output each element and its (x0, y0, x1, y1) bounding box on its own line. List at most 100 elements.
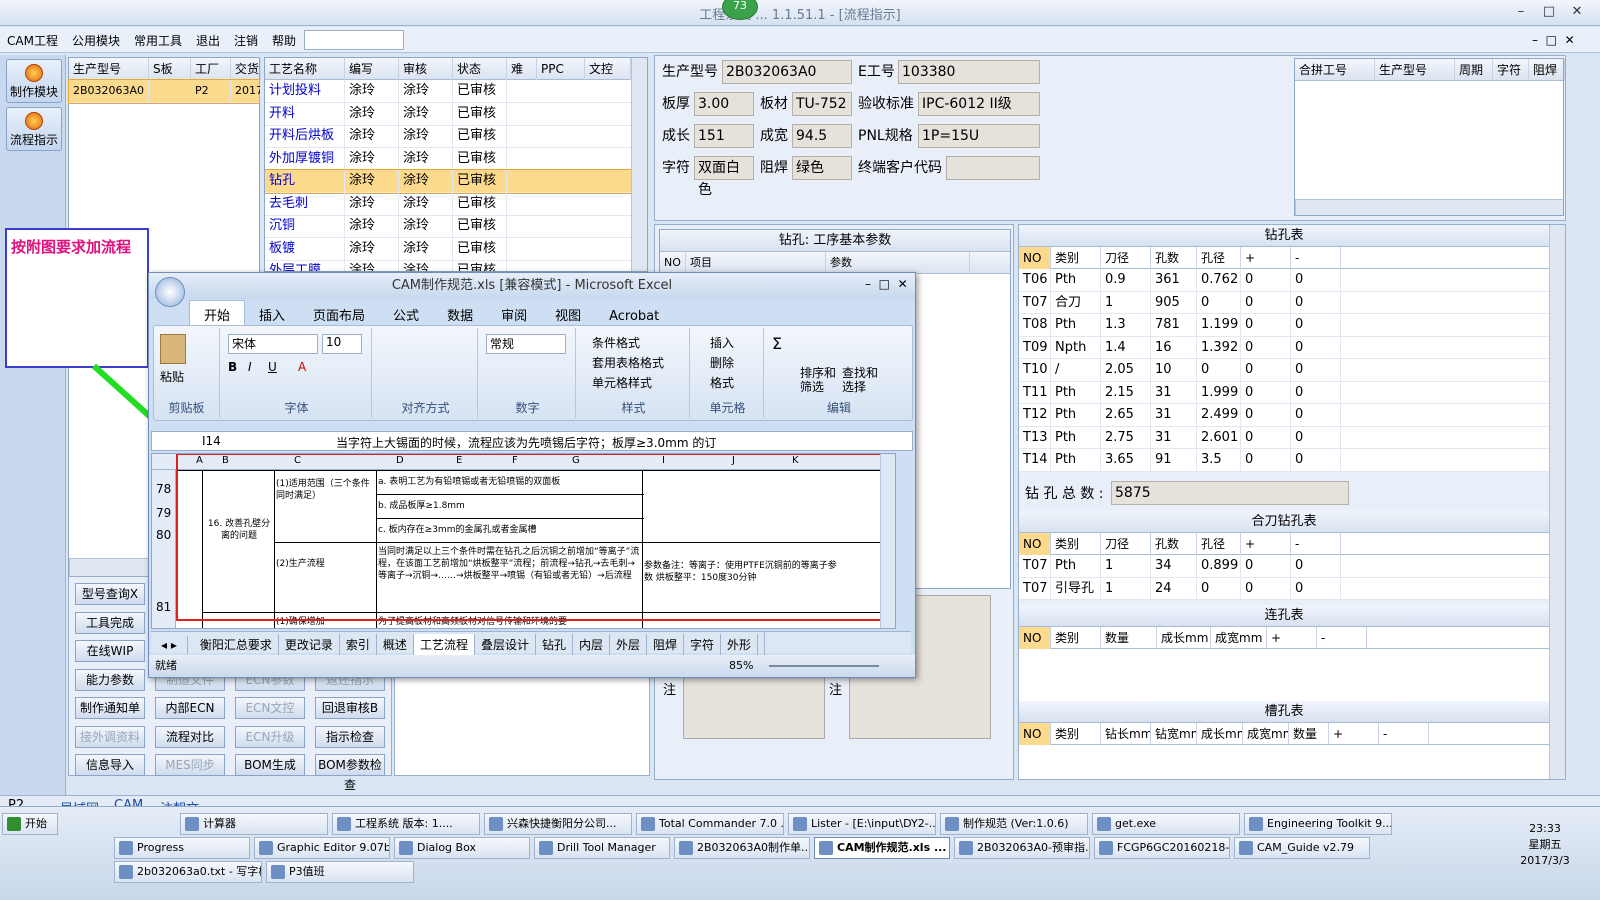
menu-cam[interactable]: CAM工程 (0, 27, 65, 49)
table-row[interactable]: T10/2.05 10 0 0 0 (1019, 359, 1549, 382)
bold-icon[interactable]: B (228, 360, 237, 374)
header-cell[interactable]: 成长mm (1157, 627, 1211, 649)
header-cell[interactable]: 孔数 (1151, 533, 1197, 555)
office-button[interactable] (155, 277, 185, 307)
cell-style-button[interactable]: 单元格样式 (592, 374, 652, 391)
taskbar-button[interactable]: Progress (114, 837, 250, 859)
menu-exit[interactable]: 退出 (189, 27, 227, 49)
header-cell[interactable]: 刀径 (1101, 533, 1151, 555)
excel-minimize-button[interactable]: – (865, 277, 871, 291)
header-cell[interactable]: 数量 (1101, 627, 1157, 649)
taskbar-button[interactable]: Drill Tool Manager (534, 837, 670, 859)
sheet-tab[interactable]: 衡阳汇总要求 (194, 634, 279, 655)
make-module-button[interactable]: 制作模块 (6, 59, 62, 103)
close-button[interactable]: ✕ (1568, 4, 1586, 20)
action-button[interactable]: 流程对比 (155, 725, 225, 748)
header-cell[interactable]: 钻宽mm (1151, 723, 1197, 745)
sheet-tab[interactable]: 索引 (340, 634, 377, 655)
menu-tools[interactable]: 常用工具 (127, 27, 189, 49)
action-button[interactable]: BOM生成 (235, 754, 305, 776)
action-button[interactable]: 型号查询X (75, 583, 145, 605)
total-field[interactable]: 5875 (1111, 481, 1349, 505)
taskbar-button[interactable]: 制作规范 (Ver:1.0.6) (940, 813, 1088, 835)
zoom-slider[interactable] (769, 665, 879, 667)
header-cell[interactable]: - (1291, 533, 1341, 555)
header-cell[interactable]: NO (1019, 723, 1051, 745)
action-button[interactable]: 在线WIP (75, 640, 145, 662)
sheet-tab[interactable]: 外形 (721, 634, 759, 655)
header-cell[interactable]: NO (1019, 533, 1051, 555)
taskbar-button[interactable]: 2b032063a0.txt - 写字板 (114, 861, 262, 883)
table-row[interactable]: 外层工膜 涂玲 涂玲 已审核 (265, 260, 647, 271)
length-field[interactable]: 151 (694, 124, 754, 148)
sheet-tab[interactable]: 更改记录 (279, 634, 340, 655)
header-cell[interactable]: 刀径 (1101, 247, 1151, 269)
sheet-tab[interactable]: 工艺流程 (413, 634, 475, 655)
col-mask[interactable]: 阻焊 (1529, 59, 1565, 81)
header-cell[interactable]: - (1379, 723, 1429, 745)
menu-public[interactable]: 公用模块 (65, 27, 127, 49)
table-row[interactable]: T14 Pth 3.65 91 3.5 0 0 (1019, 449, 1549, 472)
sheet-vscrollbar[interactable] (880, 454, 895, 628)
excel-close-button[interactable]: ✕ (898, 277, 908, 291)
number-format-select[interactable]: 常规 (486, 334, 566, 354)
header-cell[interactable]: 类别 (1051, 533, 1101, 555)
action-button[interactable]: BOM参数检查 (315, 754, 385, 792)
menu-dropdown[interactable] (304, 30, 404, 50)
table-row[interactable]: T13 Pth 2.75 31 2.601 0 0 (1019, 426, 1549, 449)
delete-cells-button[interactable]: 删除 (710, 354, 734, 371)
action-button[interactable]: 接外调资料 (75, 725, 145, 748)
name-box[interactable]: I14 (202, 434, 221, 448)
col-period[interactable]: 周期 (1455, 59, 1493, 81)
paste-icon[interactable] (160, 334, 186, 364)
insert-cells-button[interactable]: 插入 (710, 334, 734, 351)
col-writer[interactable]: 编写 (345, 58, 399, 80)
action-button[interactable]: ECN升级 (235, 725, 305, 748)
row-78[interactable]: 78 (156, 482, 171, 496)
action-button[interactable]: 工具完成 (75, 611, 145, 634)
header-cell[interactable]: 孔径 (1197, 533, 1241, 555)
header-cell[interactable]: + (1267, 627, 1317, 649)
col-status[interactable]: 状态 (453, 58, 507, 80)
col-merge-no[interactable]: 合拼工号 (1295, 59, 1375, 81)
eno-field[interactable]: 103380 (898, 60, 1040, 84)
zoom-level[interactable]: 85% (729, 655, 753, 677)
menu-logout[interactable]: 注销 (227, 27, 265, 49)
tab-layout[interactable]: 页面布局 (299, 301, 379, 328)
header-cell[interactable]: 成长mm (1197, 723, 1243, 745)
header-cell[interactable]: + (1329, 723, 1379, 745)
tab-insert[interactable]: 插入 (245, 301, 299, 328)
process-vscrollbar[interactable] (631, 58, 647, 271)
header-cell[interactable]: 数量 (1289, 723, 1329, 745)
col-s-board[interactable]: S板 (149, 58, 191, 80)
sort-filter-button[interactable]: 排序和 筛选 (800, 366, 840, 394)
tab-data[interactable]: 数据 (433, 301, 487, 328)
col-param[interactable]: 参数 (826, 252, 970, 274)
taskbar-button[interactable]: CAM制作规范.xls ... (814, 837, 950, 859)
action-button[interactable]: ECN文控 (235, 697, 305, 719)
sum-icon[interactable]: Σ (772, 334, 782, 353)
taskbar-button[interactable]: Graphic Editor 9.07b... (254, 837, 390, 859)
table-row[interactable]: T08 Pth 1.3 781 1.199 0 0 (1019, 314, 1549, 337)
inner-maximize-button[interactable]: □ (1546, 33, 1557, 47)
tab-view[interactable]: 视图 (541, 301, 595, 328)
inner-close-button[interactable]: ✕ (1565, 33, 1575, 47)
sheet-tab[interactable]: 内层 (573, 634, 610, 655)
col-item[interactable]: 项目 (686, 252, 826, 274)
table-row[interactable]: 计划投料 涂玲 涂玲 已审核 (265, 80, 647, 103)
find-select-button[interactable]: 查找和 选择 (842, 366, 886, 394)
table-row[interactable]: T07 合刀 1 905 0 0 0 (1019, 291, 1549, 314)
col-delivery[interactable]: 交货 (231, 58, 261, 80)
table-format-button[interactable]: 套用表格格式 (592, 354, 664, 371)
material-field[interactable]: TU-752 (792, 92, 852, 116)
row-80[interactable]: 80 (156, 528, 171, 542)
col-no[interactable]: NO (660, 252, 686, 274)
table-row[interactable]: 钻孔 涂玲 涂玲 已审核 (265, 169, 647, 194)
underline-icon[interactable]: U (268, 360, 277, 374)
font-color-icon[interactable]: A (298, 360, 306, 374)
start-button[interactable]: 开始 (2, 813, 58, 835)
action-button[interactable]: 制作通知单 (75, 697, 145, 719)
header-cell[interactable]: 类别 (1051, 723, 1101, 745)
header-cell[interactable]: 孔数 (1151, 247, 1197, 269)
maximize-button[interactable]: □ (1540, 4, 1558, 20)
